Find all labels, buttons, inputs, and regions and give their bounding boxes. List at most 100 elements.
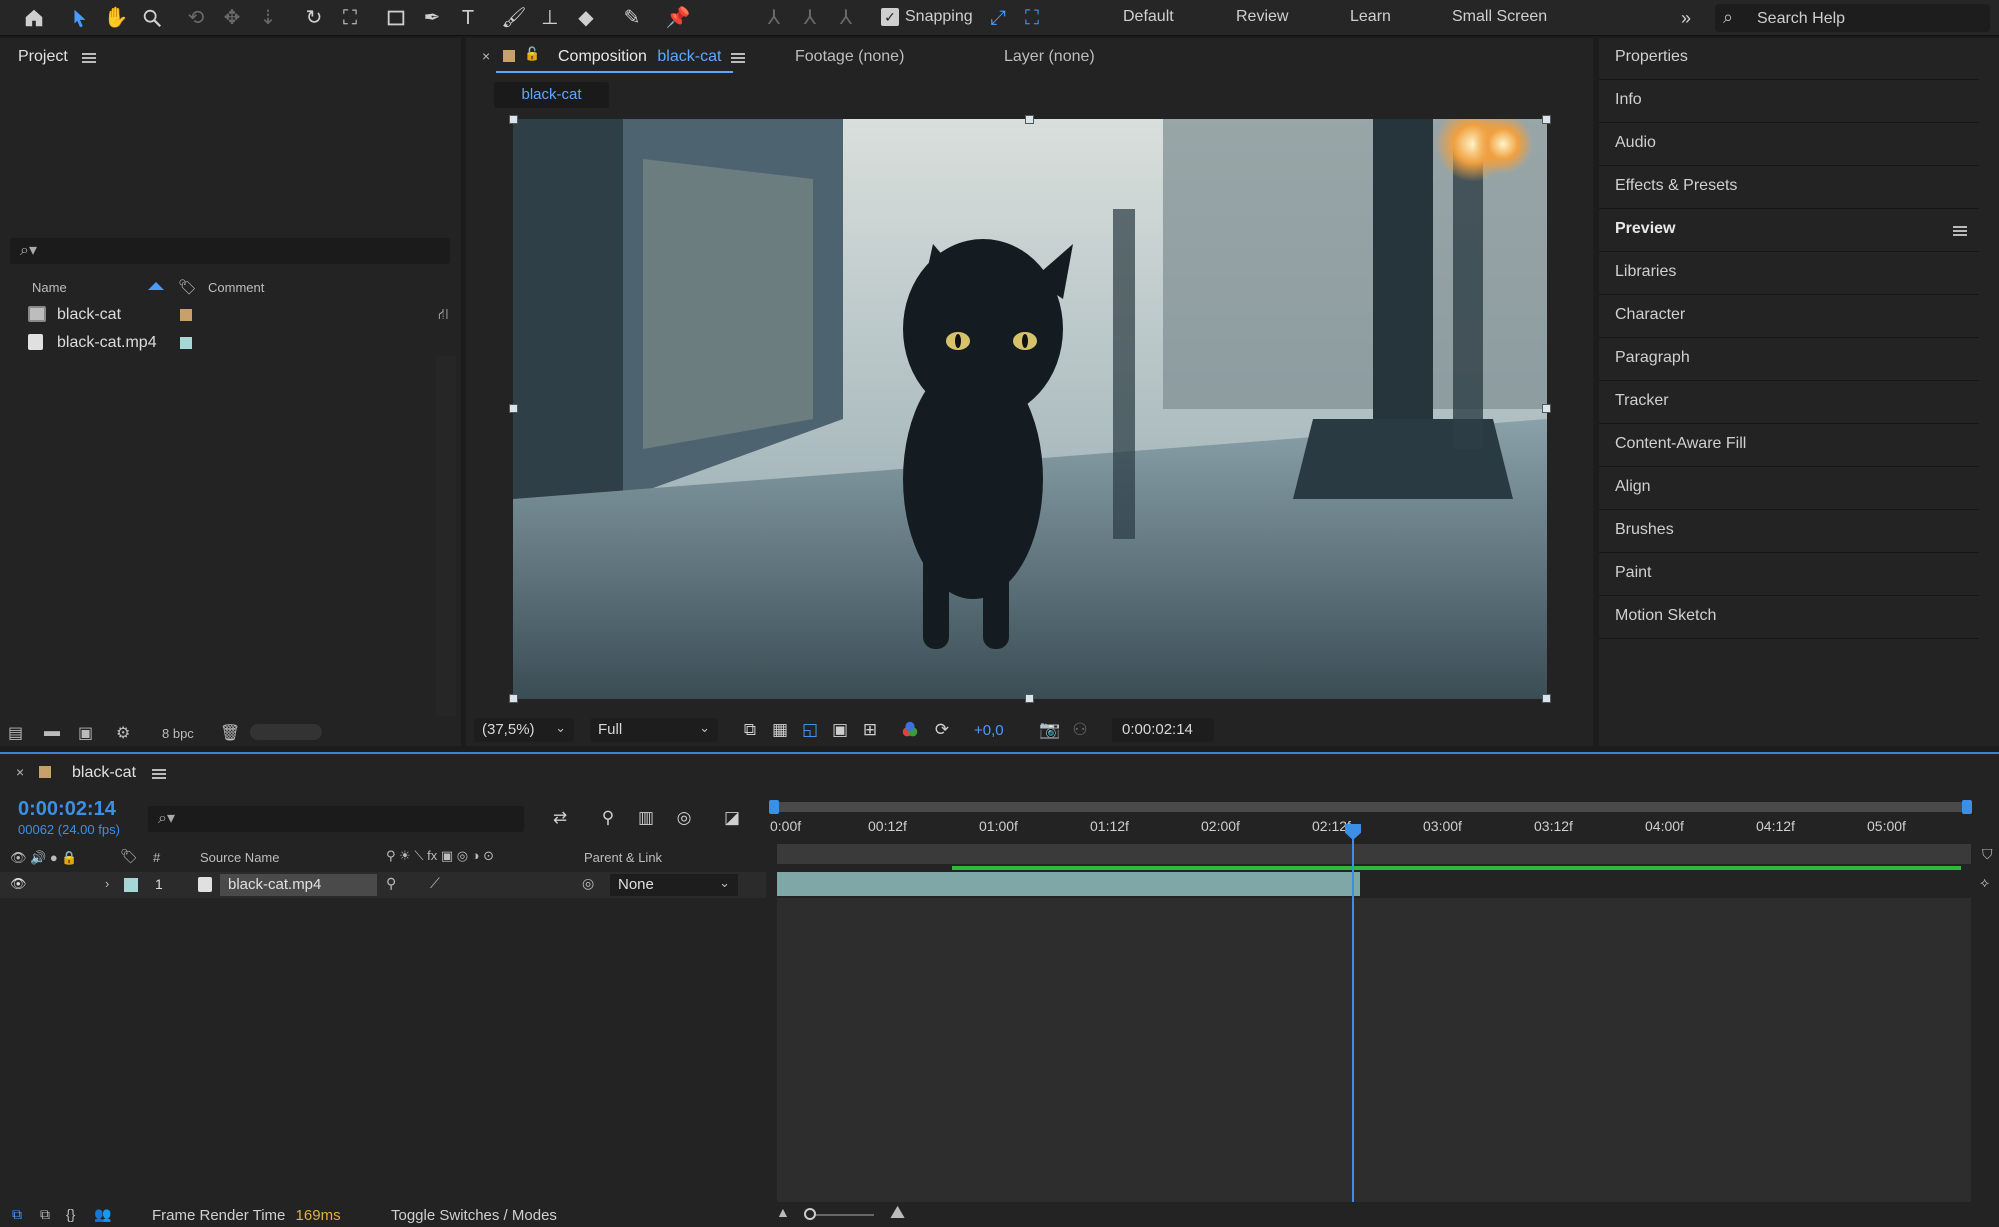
playhead-handle[interactable] [1345, 824, 1361, 840]
sort-asc-icon[interactable] [148, 282, 164, 290]
rectangle-tool-icon[interactable] [382, 4, 410, 32]
column-parent-link[interactable]: Parent & Link [584, 850, 662, 865]
local-axis-icon[interactable]: ⅄ [760, 4, 788, 32]
panel-properties[interactable]: Properties [1599, 38, 1979, 80]
search-help-input[interactable]: ⌕ Search Help [1715, 4, 1990, 32]
tab-footage[interactable]: Footage (none) [795, 48, 904, 66]
selection-tool-icon[interactable] [66, 4, 94, 32]
zoom-dropdown[interactable]: (37,5%) ⌄ [474, 718, 574, 742]
bounding-handle[interactable] [509, 404, 518, 413]
puppet-pin-tool-icon[interactable]: 📌 [664, 4, 692, 32]
time-navigator-track[interactable] [777, 844, 1971, 864]
panel-character[interactable]: Character [1599, 296, 1979, 338]
reset-exposure-icon[interactable]: ⟳ [928, 716, 956, 744]
roto-brush-tool-icon[interactable]: ✎ [618, 4, 646, 32]
toggle-switches-modes[interactable]: Toggle Switches / Modes [391, 1207, 557, 1224]
quality-switch-icon[interactable]: ⟋ [430, 875, 440, 892]
bounding-handle[interactable] [1025, 115, 1034, 124]
mask-visibility-icon[interactable]: ◱ [796, 716, 824, 744]
tab-composition[interactable]: Composition black-cat [558, 48, 721, 66]
new-folder-icon[interactable]: ▬ [44, 723, 66, 740]
interpret-footage-icon[interactable]: ▤ [8, 723, 30, 742]
project-item[interactable]: black-cat.mp4 [0, 330, 461, 356]
brush-tool-icon[interactable]: 🖌 [500, 4, 528, 32]
fast-previews-icon[interactable]: ⧉ [736, 716, 764, 744]
layer-label-swatch[interactable] [124, 878, 138, 892]
bounding-handle[interactable] [509, 694, 518, 703]
more-workspaces-icon[interactable]: » [1672, 4, 1700, 32]
panel-preview[interactable]: Preview [1599, 210, 1979, 252]
home-icon[interactable] [20, 4, 48, 32]
workspace-review[interactable]: Review [1236, 8, 1288, 26]
flowchart-icon[interactable]: ⛙ [438, 306, 449, 325]
bounding-handle[interactable] [509, 115, 518, 124]
column-source-name[interactable]: Source Name [200, 850, 279, 865]
work-area-start-handle[interactable] [769, 800, 779, 814]
snapping-checkbox[interactable]: ✓ [881, 8, 899, 26]
frame-blending-icon[interactable]: ▥ [632, 804, 660, 832]
composition-subtab[interactable]: black-cat [494, 82, 609, 108]
current-time-display[interactable]: 0:00:02:14 [1112, 718, 1214, 742]
bounding-handle[interactable] [1542, 115, 1551, 124]
zoom-slider-thumb[interactable] [804, 1208, 816, 1220]
panel-libraries[interactable]: Libraries [1599, 253, 1979, 295]
exposure-value[interactable]: +0,0 [974, 722, 1004, 739]
av-features-icons[interactable]: 👁 🔊 ● 🔒 [10, 850, 78, 866]
panel-motion-sketch[interactable]: Motion Sketch [1599, 597, 1979, 639]
panel-effects-presets[interactable]: Effects & Presets [1599, 167, 1979, 209]
column-name[interactable]: Name [32, 280, 67, 295]
layer-name[interactable]: black-cat.mp4 [220, 874, 377, 896]
in-out-panes-icon[interactable]: {} [66, 1206, 75, 1222]
region-of-interest-icon[interactable]: ▣ [826, 716, 854, 744]
view-axis-icon[interactable]: ⅄ [832, 4, 860, 32]
timeline-menu-icon[interactable] [152, 769, 166, 779]
timeline-comp-tab[interactable]: black-cat [72, 764, 136, 782]
column-comment[interactable]: Comment [208, 280, 264, 295]
project-item[interactable]: black-cat ⛙ [0, 302, 461, 328]
panel-paragraph[interactable]: Paragraph [1599, 339, 1979, 381]
motion-blur-icon[interactable]: ◎ [670, 804, 698, 832]
panel-content-aware-fill[interactable]: Content-Aware Fill [1599, 425, 1979, 467]
panel-info[interactable]: Info [1599, 81, 1979, 123]
work-area-bar[interactable] [773, 802, 1969, 812]
rotation-tool-icon[interactable]: ↻ [300, 4, 328, 32]
layer-switches-icon[interactable]: ⧉ [12, 1206, 22, 1223]
timeline-search-input[interactable]: ⌕▾ [148, 806, 524, 832]
resolution-dropdown[interactable]: Full ⌄ [590, 718, 718, 742]
layer-row[interactable]: 👁 › 1 black-cat.mp4 ⚲ ⟋ ◎ None ⌄ [0, 872, 766, 898]
trash-icon[interactable]: 🗑 [220, 723, 242, 742]
workspace-learn[interactable]: Learn [1350, 8, 1391, 26]
channel-icon[interactable] [896, 716, 924, 744]
panel-brushes[interactable]: Brushes [1599, 511, 1979, 553]
label-tag-icon[interactable]: 🏷 [178, 278, 197, 296]
playhead-line[interactable] [1352, 824, 1354, 1202]
pan-camera-icon[interactable]: ✥ [218, 4, 246, 32]
zoom-in-icon[interactable]: ⛰ [890, 1202, 905, 1223]
transparency-grid-icon[interactable]: ▦ [766, 716, 794, 744]
hand-tool-icon[interactable]: ✋ [102, 4, 130, 32]
bounding-handle[interactable] [1542, 694, 1551, 703]
project-scrollbar[interactable] [436, 356, 456, 716]
preview-menu-icon[interactable] [1953, 226, 1967, 236]
grid-guides-icon[interactable]: ⊞ [856, 716, 884, 744]
layer-clip-bar[interactable] [777, 872, 1360, 896]
snapshot-camera-icon[interactable]: 📷 [1036, 716, 1064, 744]
transfer-controls-icon[interactable]: ⧉ [40, 1206, 50, 1223]
world-axis-icon[interactable]: ⅄ [796, 4, 824, 32]
close-icon[interactable]: × [482, 48, 490, 64]
panel-tracker[interactable]: Tracker [1599, 382, 1979, 424]
timeline-timecode[interactable]: 0:00:02:14 [18, 798, 116, 821]
bit-depth-button[interactable]: 8 bpc [162, 726, 194, 741]
parent-dropdown[interactable]: None ⌄ [610, 874, 738, 896]
composition-mini-flowchart-icon[interactable]: ⇄ [546, 804, 574, 832]
render-time-pane-icon[interactable]: 👥 [94, 1206, 111, 1223]
close-icon[interactable]: × [16, 764, 24, 780]
project-menu-icon[interactable] [82, 53, 96, 63]
new-composition-icon[interactable]: ▣ [78, 723, 100, 742]
dolly-camera-icon[interactable]: ⇣ [254, 4, 282, 32]
pen-tool-icon[interactable]: ✒ [418, 4, 446, 32]
chevron-right-icon[interactable]: › [105, 876, 109, 891]
graph-editor-icon[interactable]: ◪ [718, 804, 746, 832]
pan-behind-tool-icon[interactable]: ⛶ [336, 4, 364, 32]
panel-audio[interactable]: Audio [1599, 124, 1979, 166]
